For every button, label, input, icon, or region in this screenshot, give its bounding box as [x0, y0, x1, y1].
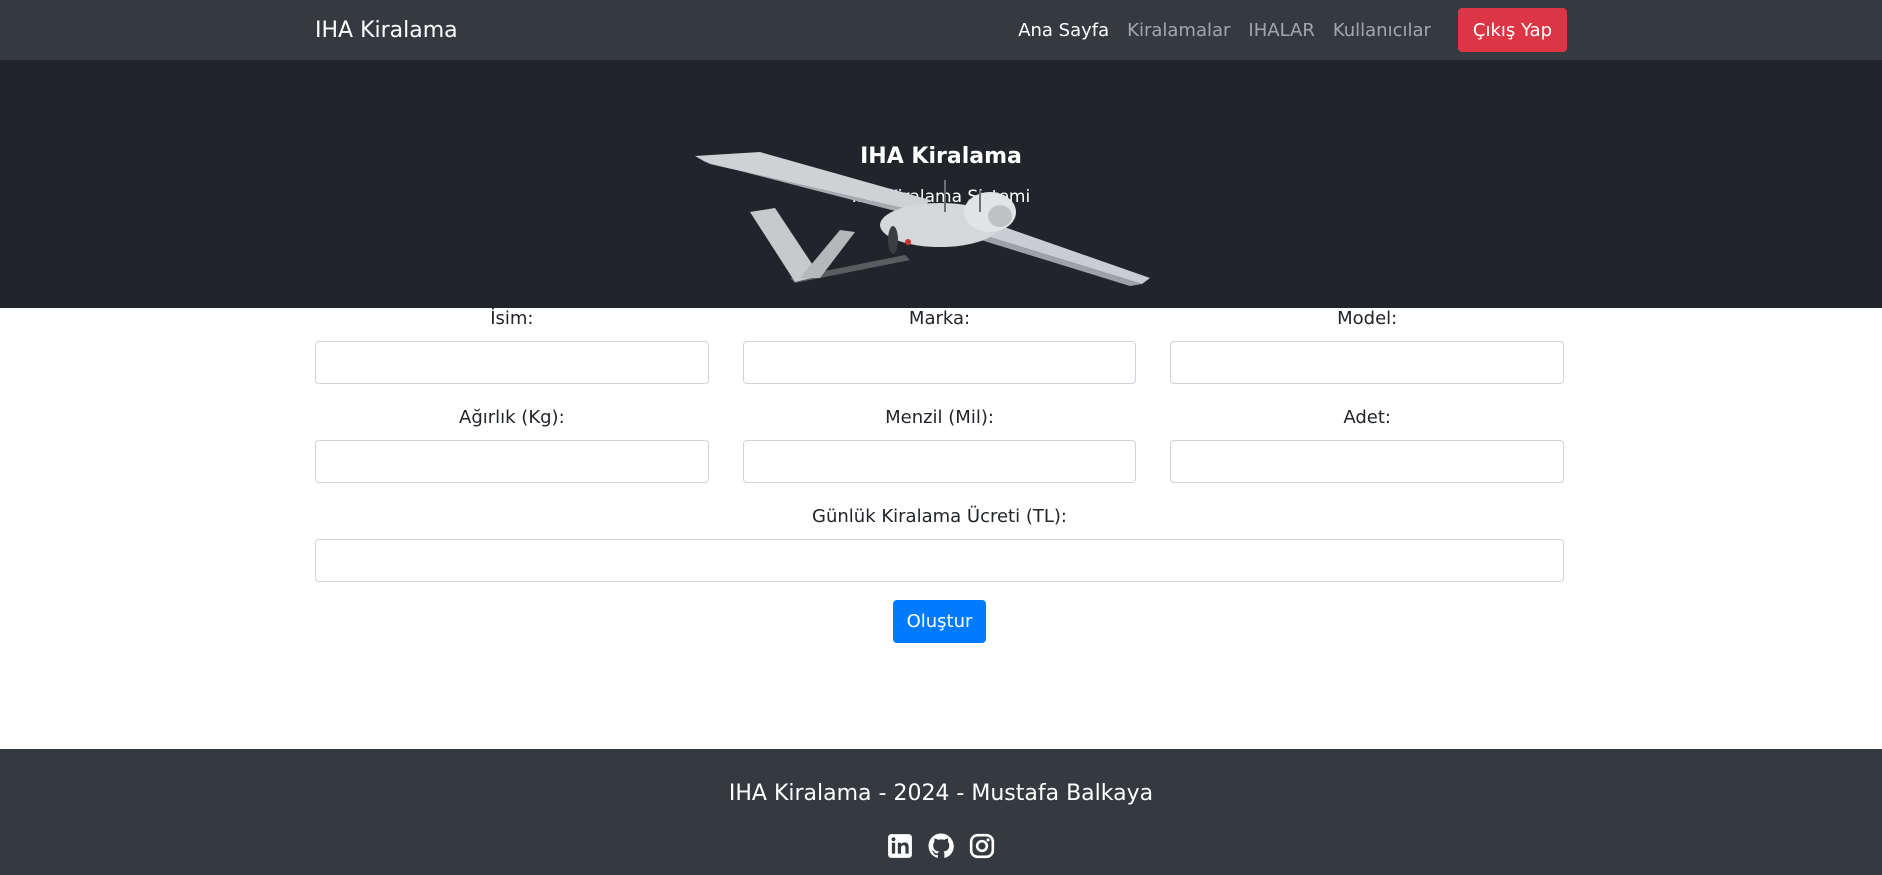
- adet-label: Adet:: [1343, 407, 1391, 428]
- field-isim: İsim:: [315, 308, 709, 384]
- create-iha-form: İsim: Marka: Model: Ağırlık (Kg): Menzil…: [315, 308, 1565, 643]
- isim-input[interactable]: [315, 341, 709, 384]
- github-icon[interactable]: [928, 833, 954, 859]
- nav-link-kiralamalar[interactable]: Kiralamalar: [1127, 20, 1230, 41]
- hero-banner: IHA Kiralama IHA Kiralama Sistemi: [0, 60, 1882, 308]
- linkedin-icon[interactable]: [887, 833, 913, 859]
- submit-wrap: Oluştur: [315, 600, 1564, 643]
- field-ucret: Günlük Kiralama Ücreti (TL):: [315, 506, 1564, 582]
- model-input[interactable]: [1170, 341, 1565, 384]
- navbar: IHA Kiralama Ana Sayfa Kiralamalar IHALA…: [0, 0, 1882, 60]
- menzil-input[interactable]: [742, 440, 1137, 483]
- marka-label: Marka:: [908, 308, 971, 329]
- nav-link-ana-sayfa[interactable]: Ana Sayfa: [1018, 20, 1109, 41]
- field-adet: Adet:: [1170, 407, 1565, 483]
- ucret-input[interactable]: [315, 539, 1564, 582]
- footer-text: IHA Kiralama - 2024 - Mustafa Balkaya: [728, 781, 1154, 806]
- menzil-label: Menzil (Mil):: [885, 407, 994, 428]
- model-label: Model:: [1337, 308, 1398, 329]
- create-button[interactable]: Oluştur: [892, 600, 987, 643]
- social-links: [0, 833, 1882, 859]
- ucret-label: Günlük Kiralama Ücreti (TL):: [812, 506, 1067, 527]
- nav-links: Ana Sayfa Kiralamalar IHALAR Kullanıcıla…: [1000, 8, 1567, 52]
- nav-link-kullanicilar[interactable]: Kullanıcılar: [1333, 20, 1431, 41]
- agirlik-label: Ağırlık (Kg):: [459, 407, 565, 428]
- field-agirlik: Ağırlık (Kg):: [315, 407, 709, 483]
- form-row-1: İsim: Marka: Model:: [315, 308, 1565, 384]
- field-model: Model:: [1170, 308, 1565, 384]
- agirlik-input[interactable]: [315, 440, 709, 483]
- logout-button[interactable]: Çıkış Yap: [1457, 8, 1567, 52]
- marka-input[interactable]: [742, 341, 1137, 384]
- field-menzil: Menzil (Mil):: [742, 407, 1137, 483]
- navbar-brand[interactable]: IHA Kiralama: [315, 18, 1000, 43]
- field-marka: Marka:: [742, 308, 1137, 384]
- adet-input[interactable]: [1170, 440, 1565, 483]
- instagram-icon[interactable]: [969, 833, 995, 859]
- isim-label: İsim:: [490, 308, 534, 329]
- drone-image: [695, 152, 1150, 286]
- footer: IHA Kiralama - 2024 - Mustafa Balkaya: [0, 749, 1882, 875]
- nav-link-ihalar[interactable]: IHALAR: [1248, 20, 1314, 41]
- form-row-2: Ağırlık (Kg): Menzil (Mil): Adet:: [315, 407, 1565, 483]
- form-row-3: Günlük Kiralama Ücreti (TL):: [315, 506, 1564, 582]
